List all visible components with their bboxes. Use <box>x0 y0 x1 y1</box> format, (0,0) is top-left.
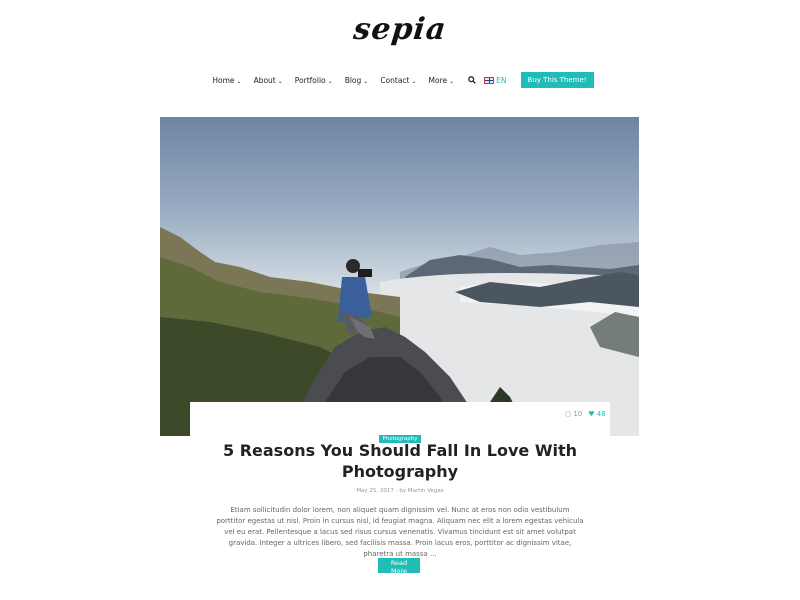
nav-item-blog[interactable]: Blog ⌄ <box>345 76 369 85</box>
main-nav: Home ⌄ About ⌄ Portfolio ⌄ Blog ⌄ Contact ⌄ M… <box>0 70 800 90</box>
search-icon[interactable] <box>468 76 476 84</box>
nav-item-label: Blog <box>344 75 362 85</box>
nav-item-about[interactable]: About ⌄ <box>254 76 283 85</box>
post-excerpt: Etiam sollicitudin dolor lorem, non aliq… <box>216 506 584 558</box>
chevron-down-icon: ⌄ <box>449 77 455 85</box>
comments-count[interactable]: ○ 10 <box>565 410 582 418</box>
chevron-down-icon: ⌄ <box>411 77 417 85</box>
nav-item-label: About <box>253 75 276 85</box>
byline-separator: - by <box>395 488 407 494</box>
nav-item-home[interactable]: Home ⌄ <box>212 76 241 85</box>
site-logo[interactable]: sepia <box>0 12 800 47</box>
read-more-button[interactable]: Read More <box>378 558 420 575</box>
mountain-photo <box>160 227 639 436</box>
post-date: May 25, 2017 <box>356 488 394 494</box>
flag-uk-icon <box>484 76 495 84</box>
nav-item-contact[interactable]: Contact ⌄ <box>380 76 416 85</box>
chevron-down-icon: ⌄ <box>363 77 369 85</box>
nav-item-label: Contact <box>380 75 410 85</box>
nav-item-label: Home <box>212 75 235 85</box>
nav-item-portfolio[interactable]: Portfolio ⌄ <box>295 76 333 85</box>
post-meta-icons: ○ 10 ♥ 48 <box>565 410 606 418</box>
post-author[interactable]: Martin Vegas <box>408 488 444 494</box>
post-title[interactable]: 5 Reasons You Should Fall In Love With P… <box>200 440 600 482</box>
comments-value: 10 <box>573 410 583 418</box>
comment-icon: ○ <box>565 410 572 418</box>
likes-count[interactable]: ♥ 48 <box>588 410 605 418</box>
chevron-down-icon: ⌄ <box>277 77 283 85</box>
likes-value: 48 <box>596 410 606 418</box>
nav-item-label: More <box>428 75 448 85</box>
post-byline: May 25, 2017 - by Martin Vegas <box>0 488 800 494</box>
chevron-down-icon: ⌄ <box>327 77 333 85</box>
nav-item-label: Portfolio <box>294 75 326 85</box>
language-label: EN <box>496 75 507 85</box>
buy-theme-button[interactable]: Buy This Theme! <box>520 72 594 88</box>
chevron-down-icon: ⌄ <box>236 77 242 85</box>
language-switcher[interactable]: EN <box>484 75 507 85</box>
heart-icon: ♥ <box>588 410 595 418</box>
nav-item-more[interactable]: More ⌄ <box>429 76 455 85</box>
featured-image[interactable] <box>160 117 639 436</box>
